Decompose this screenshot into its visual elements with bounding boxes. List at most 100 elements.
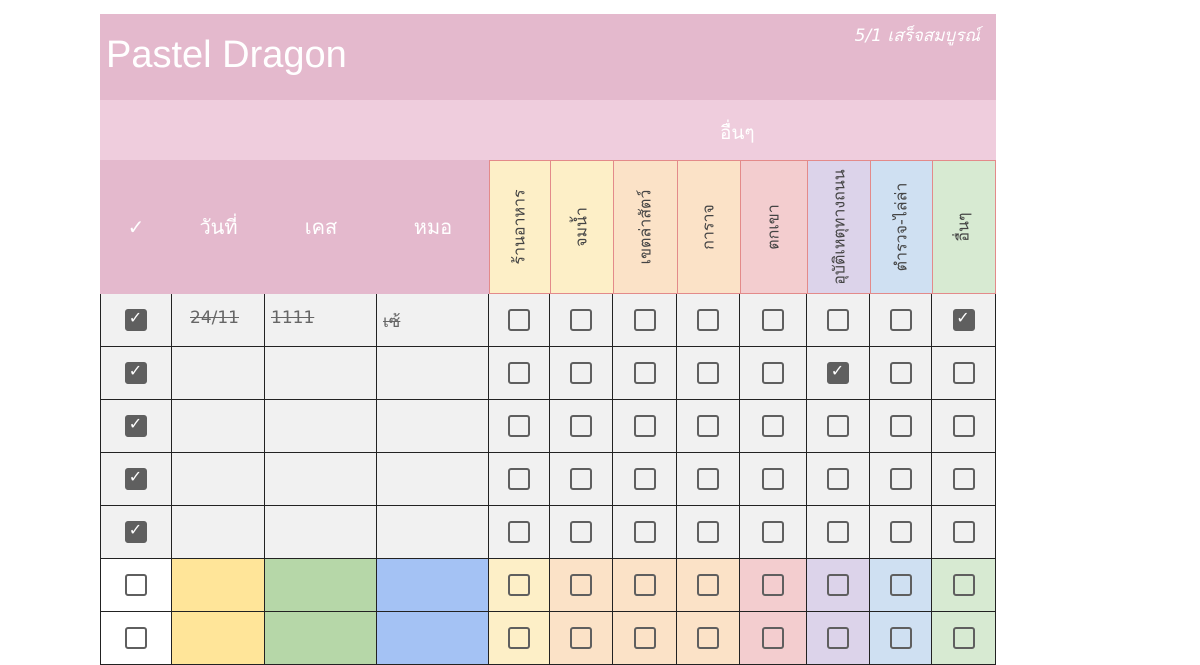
done-checkbox[interactable] <box>125 414 147 437</box>
case-cell[interactable] <box>265 559 377 612</box>
category-checkbox[interactable] <box>952 521 975 543</box>
case-cell[interactable] <box>265 347 377 400</box>
category-checkbox[interactable] <box>508 521 530 543</box>
date-cell[interactable] <box>172 559 265 612</box>
category-cell <box>489 612 550 665</box>
category-cell <box>807 347 870 400</box>
table-row: 24/11 1111 เซ้ <box>100 294 996 347</box>
category-checkbox[interactable] <box>570 468 592 490</box>
category-checkbox[interactable] <box>827 415 849 437</box>
category-checkbox[interactable] <box>697 521 719 543</box>
case-cell[interactable] <box>265 453 377 506</box>
category-checkbox[interactable] <box>697 415 719 437</box>
category-cell <box>550 294 613 347</box>
case-text: 1111 <box>271 308 315 328</box>
category-checkbox[interactable] <box>633 362 656 384</box>
category-checkbox[interactable] <box>508 468 530 490</box>
doctor-cell[interactable] <box>377 453 489 506</box>
done-checkbox[interactable] <box>125 308 147 331</box>
category-checkbox[interactable] <box>633 468 656 490</box>
category-checkbox[interactable] <box>762 415 784 437</box>
category-cell <box>550 559 613 612</box>
category-checkbox[interactable] <box>889 362 912 384</box>
category-checkbox[interactable] <box>952 308 975 331</box>
category-checkbox[interactable] <box>697 468 719 490</box>
case-cell[interactable] <box>265 612 377 665</box>
category-checkbox[interactable] <box>952 468 975 490</box>
case-cell[interactable]: 1111 <box>265 294 377 347</box>
category-checkbox[interactable] <box>508 362 530 384</box>
category-checkbox[interactable] <box>633 309 656 331</box>
category-checkbox[interactable] <box>570 415 592 437</box>
category-checkbox[interactable] <box>952 415 975 437</box>
category-checkbox[interactable] <box>570 574 592 596</box>
category-checkbox[interactable] <box>508 415 530 437</box>
doctor-cell[interactable] <box>377 506 489 559</box>
category-checkbox[interactable] <box>889 468 912 490</box>
doctor-cell[interactable] <box>377 559 489 612</box>
category-checkbox[interactable] <box>633 415 656 437</box>
date-cell[interactable]: 24/11 <box>172 294 265 347</box>
date-cell[interactable] <box>172 400 265 453</box>
category-checkbox[interactable] <box>762 574 784 596</box>
category-cell <box>740 347 807 400</box>
category-checkbox[interactable] <box>697 362 719 384</box>
doctor-cell[interactable] <box>377 400 489 453</box>
doctor-cell[interactable]: เซ้ <box>377 294 489 347</box>
category-cell <box>870 559 932 612</box>
header-category-1: จมน้ำ <box>550 160 613 294</box>
case-cell[interactable] <box>265 506 377 559</box>
category-checkbox[interactable] <box>952 574 975 596</box>
category-checkbox[interactable] <box>762 627 784 649</box>
date-cell[interactable] <box>172 347 265 400</box>
doctor-cell[interactable] <box>377 347 489 400</box>
category-checkbox[interactable] <box>508 309 530 331</box>
done-checkbox[interactable] <box>125 467 147 490</box>
date-cell[interactable] <box>172 612 265 665</box>
category-checkbox[interactable] <box>697 574 719 596</box>
category-cell <box>613 347 677 400</box>
category-checkbox[interactable] <box>508 627 530 649</box>
category-checkbox[interactable] <box>633 521 656 543</box>
table-row <box>100 347 996 400</box>
category-checkbox[interactable] <box>570 521 592 543</box>
category-checkbox[interactable] <box>762 468 784 490</box>
category-cell <box>489 294 550 347</box>
done-checkbox[interactable] <box>125 574 147 596</box>
doctor-cell[interactable] <box>377 612 489 665</box>
category-cell <box>740 612 807 665</box>
category-checkbox[interactable] <box>697 627 719 649</box>
category-checkbox[interactable] <box>889 415 912 437</box>
category-checkbox[interactable] <box>570 309 592 331</box>
category-checkbox[interactable] <box>889 574 912 596</box>
done-checkbox[interactable] <box>125 627 147 649</box>
category-checkbox[interactable] <box>827 468 849 490</box>
done-checkbox[interactable] <box>125 361 147 384</box>
category-checkbox[interactable] <box>762 362 784 384</box>
category-checkbox[interactable] <box>889 627 912 649</box>
category-checkbox[interactable] <box>697 309 719 331</box>
category-cell <box>870 506 932 559</box>
category-checkbox[interactable] <box>570 362 592 384</box>
done-checkbox[interactable] <box>125 520 147 543</box>
category-checkbox[interactable] <box>889 521 912 543</box>
category-checkbox[interactable] <box>952 627 975 649</box>
category-checkbox[interactable] <box>827 521 849 543</box>
category-checkbox[interactable] <box>633 574 656 596</box>
category-checkbox[interactable] <box>508 574 530 596</box>
case-cell[interactable] <box>265 400 377 453</box>
category-checkbox[interactable] <box>827 574 849 596</box>
category-checkbox[interactable] <box>952 362 975 384</box>
date-cell[interactable] <box>172 506 265 559</box>
category-checkbox[interactable] <box>762 309 784 331</box>
header-category-label: จมน้ำ <box>571 207 591 247</box>
category-checkbox[interactable] <box>570 627 592 649</box>
category-checkbox[interactable] <box>827 361 849 384</box>
category-checkbox[interactable] <box>762 521 784 543</box>
category-checkbox[interactable] <box>827 309 849 331</box>
date-cell[interactable] <box>172 453 265 506</box>
table-row <box>100 453 996 506</box>
category-checkbox[interactable] <box>827 627 849 649</box>
category-checkbox[interactable] <box>889 309 912 331</box>
category-checkbox[interactable] <box>633 627 656 649</box>
